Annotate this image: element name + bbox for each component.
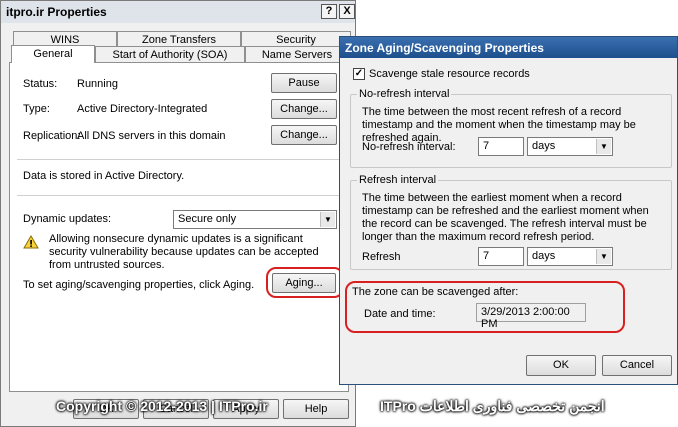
- refresh-input[interactable]: 7: [478, 247, 524, 266]
- warning-icon: [23, 235, 39, 249]
- status-label: Status:: [23, 78, 58, 90]
- tab-name-servers[interactable]: Name Servers: [245, 46, 349, 63]
- replication-label: Replication:: [23, 130, 81, 142]
- properties-titlebar: itpro.ir Properties: [1, 1, 355, 23]
- chevron-down-icon: ▼: [596, 249, 611, 264]
- divider: [17, 159, 341, 160]
- close-button[interactable]: X: [339, 4, 355, 19]
- help-button[interactable]: ?: [321, 4, 337, 19]
- watermark-left: Copyright © 2012-2013 | ITPro.ir: [56, 398, 268, 414]
- norefresh-input[interactable]: 7: [478, 137, 524, 156]
- dynamic-updates-label: Dynamic updates:: [23, 213, 112, 225]
- status-value: Running: [77, 78, 118, 90]
- norefresh-group-title: No-refresh interval: [357, 88, 452, 100]
- aging-ok-button[interactable]: OK: [526, 355, 596, 376]
- aging-highlight: [266, 267, 344, 298]
- scavenge-highlight: [345, 281, 625, 333]
- dynamic-updates-select[interactable]: Secure only ▼: [173, 210, 337, 229]
- type-label: Type:: [23, 103, 50, 115]
- aging-titlebar: Zone Aging/Scavenging Properties: [340, 37, 677, 58]
- properties-title: itpro.ir Properties: [6, 5, 107, 19]
- norefresh-unit-select[interactable]: days ▼: [527, 137, 613, 156]
- storage-text: Data is stored in Active Directory.: [23, 170, 185, 182]
- refresh-label: Refresh: [362, 251, 401, 263]
- norefresh-label: No-refresh interval:: [362, 141, 456, 153]
- change-type-button[interactable]: Change...: [271, 99, 337, 119]
- refresh-group-title: Refresh interval: [357, 174, 439, 186]
- pause-button[interactable]: Pause: [271, 73, 337, 93]
- refresh-unit-value: days: [532, 250, 556, 262]
- refresh-description: The time between the earliest moment whe…: [362, 192, 649, 243]
- watermark-right: انجمن تخصصی فناوری اطلاعات ITPro: [380, 398, 605, 414]
- scavenge-checkbox-label: Scavenge stale resource records: [369, 68, 530, 80]
- type-value: Active Directory-Integrated: [77, 103, 208, 115]
- divider: [17, 195, 341, 196]
- aging-hint: To set aging/scavenging properties, clic…: [23, 279, 255, 291]
- chevron-down-icon: ▼: [320, 212, 335, 227]
- change-replication-button[interactable]: Change...: [271, 125, 337, 145]
- checkbox-icon[interactable]: ✓: [353, 68, 365, 80]
- tab-soa[interactable]: Start of Authority (SOA): [95, 46, 245, 63]
- replication-value: All DNS servers in this domain: [77, 130, 226, 142]
- norefresh-unit-value: days: [532, 140, 556, 152]
- properties-window: itpro.ir Properties ? X WINS Zone Transf…: [0, 0, 356, 427]
- refresh-unit-select[interactable]: days ▼: [527, 247, 613, 266]
- aging-cancel-button[interactable]: Cancel: [602, 355, 672, 376]
- aging-title: Zone Aging/Scavenging Properties: [345, 40, 544, 55]
- chevron-down-icon: ▼: [596, 139, 611, 154]
- tab-general[interactable]: General: [11, 45, 95, 63]
- aging-dialog: Zone Aging/Scavenging Properties ✓ Scave…: [339, 36, 678, 385]
- dynamic-updates-value: Secure only: [178, 213, 237, 225]
